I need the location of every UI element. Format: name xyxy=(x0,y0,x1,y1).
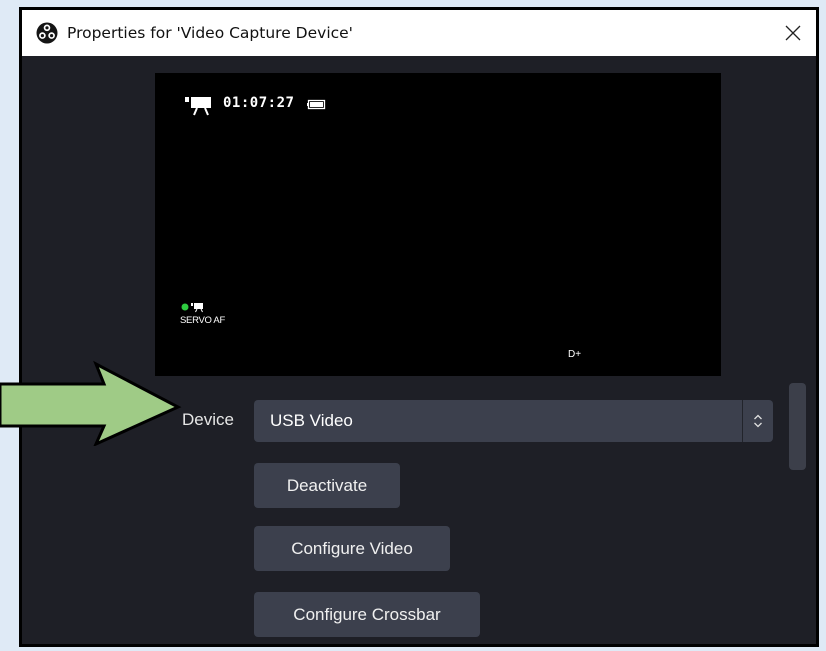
video-preview: 01:07:27 SERVO AF D+ xyxy=(155,73,721,376)
close-button[interactable] xyxy=(776,16,810,50)
battery-icon xyxy=(307,97,327,115)
green-arrow-icon xyxy=(0,360,182,446)
movie-camera-icon xyxy=(185,95,215,122)
properties-dialog: Properties for 'Video Capture Device' 01… xyxy=(19,7,819,647)
timecode-display: 01:07:27 xyxy=(223,95,295,111)
picture-style-label: D+ xyxy=(568,349,582,360)
focus-mode-label: SERVO AF xyxy=(180,315,225,326)
title-bar: Properties for 'Video Capture Device' xyxy=(22,10,816,56)
close-icon xyxy=(785,25,801,41)
device-select[interactable]: USB Video xyxy=(254,400,773,442)
configure-video-button[interactable]: Configure Video xyxy=(254,526,450,571)
vertical-scrollbar[interactable] xyxy=(789,383,806,470)
device-select-value: USB Video xyxy=(270,411,353,430)
obs-logo-icon xyxy=(36,22,58,44)
configure-crossbar-button[interactable]: Configure Crossbar xyxy=(254,592,480,637)
status-dot xyxy=(181,303,189,311)
window-title: Properties for 'Video Capture Device' xyxy=(67,24,353,42)
deactivate-button[interactable]: Deactivate xyxy=(254,463,400,508)
up-down-chevron-icon xyxy=(742,400,773,442)
